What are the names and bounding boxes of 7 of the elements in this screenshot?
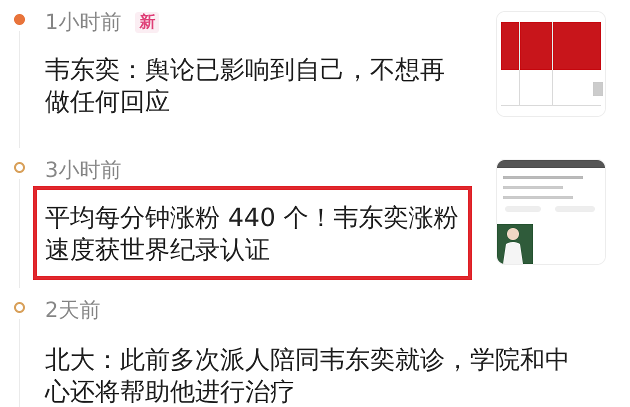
- news-headline[interactable]: 平均每分钟涨粉 440 个！韦东奕涨粉速度获世界纪录认证: [33, 186, 472, 280]
- timestamp: 1小时前: [45, 9, 122, 36]
- new-badge: 新: [135, 12, 160, 32]
- timestamp: 2天前: [45, 297, 100, 324]
- news-headline[interactable]: 北大：此前多次派人陪同韦东奕就诊，学院和中心还将帮助他进行治疗: [45, 344, 585, 407]
- timestamp: 3小时前: [45, 157, 122, 184]
- news-headline[interactable]: 韦东奕：舆论已影响到自己，不想再做任何回应: [45, 54, 460, 118]
